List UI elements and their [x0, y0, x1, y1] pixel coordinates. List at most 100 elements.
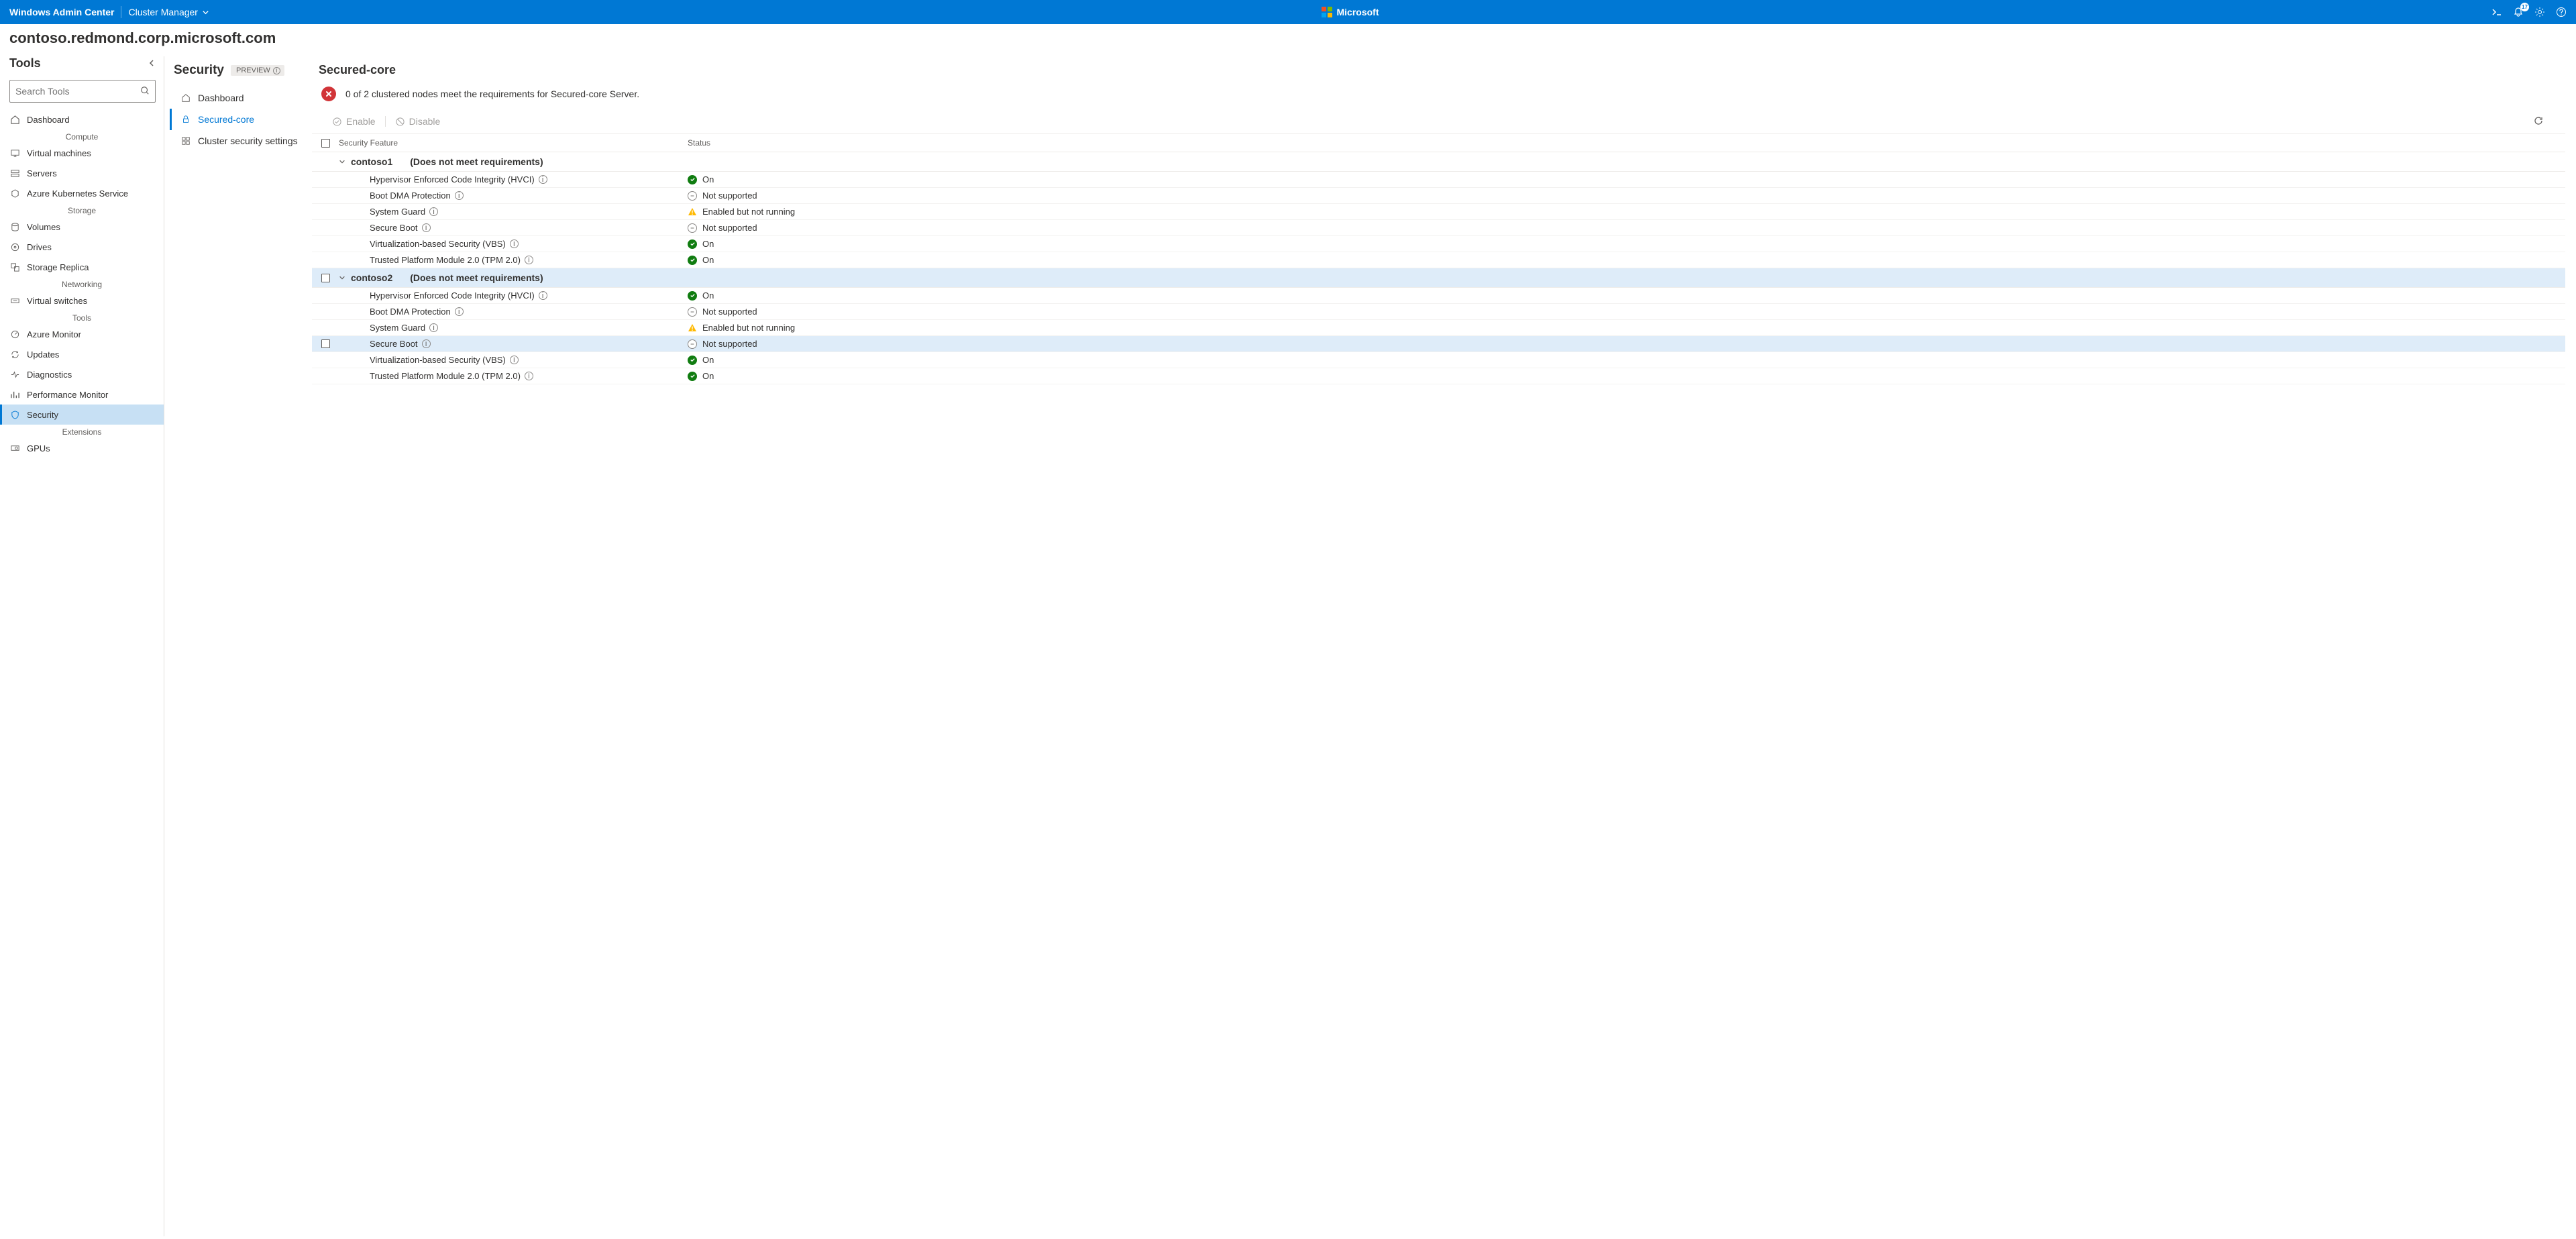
- status-label: On: [702, 290, 714, 301]
- subnav-item-dashboard[interactable]: Dashboard: [170, 87, 305, 109]
- feature-row[interactable]: Trusted Platform Module 2.0 (TPM 2.0)iOn: [312, 252, 2565, 268]
- banner-text: 0 of 2 clustered nodes meet the requirem…: [345, 89, 639, 99]
- info-icon[interactable]: i: [422, 339, 431, 348]
- app-title: Windows Admin Center: [9, 7, 114, 17]
- info-icon[interactable]: i: [429, 323, 438, 332]
- feature-row[interactable]: Trusted Platform Module 2.0 (TPM 2.0)iOn: [312, 368, 2565, 384]
- feature-row[interactable]: System GuardiEnabled but not running: [312, 204, 2565, 220]
- sidebar-item-aks[interactable]: Azure Kubernetes Service: [0, 183, 164, 203]
- collapse-sidebar-icon[interactable]: [148, 58, 156, 69]
- group-row-contoso2[interactable]: contoso2 (Does not meet requirements): [312, 268, 2565, 288]
- vswitch-icon: [9, 295, 20, 306]
- feature-row[interactable]: Boot DMA ProtectioniNot supported: [312, 304, 2565, 320]
- info-icon[interactable]: i: [429, 207, 438, 216]
- row-checkbox[interactable]: [321, 274, 330, 282]
- sidebar-item-label: Azure Monitor: [27, 329, 81, 339]
- col-header-feature[interactable]: Security Feature: [339, 138, 688, 148]
- feature-row[interactable]: Secure BootiNot supported: [312, 336, 2565, 352]
- disable-button[interactable]: Disable: [388, 113, 447, 129]
- sidebar-item-gpus[interactable]: GPUs: [0, 438, 164, 458]
- feature-row[interactable]: Boot DMA ProtectioniNot supported: [312, 188, 2565, 204]
- feature-row[interactable]: System GuardiEnabled but not running: [312, 320, 2565, 336]
- feature-row[interactable]: Hypervisor Enforced Code Integrity (HVCI…: [312, 172, 2565, 188]
- status-label: On: [702, 174, 714, 184]
- status-label: On: [702, 371, 714, 381]
- feature-label: Boot DMA Protection: [370, 307, 451, 317]
- sidebar-item-perfmon[interactable]: Performance Monitor: [0, 384, 164, 405]
- info-icon[interactable]: i: [422, 223, 431, 232]
- status-label: Not supported: [702, 191, 757, 201]
- group-name: contoso1: [351, 156, 392, 167]
- feature-row[interactable]: Virtualization-based Security (VBS)iOn: [312, 352, 2565, 368]
- on-icon: [688, 256, 697, 265]
- console-icon[interactable]: [2491, 7, 2502, 17]
- page-title: Secured-core: [312, 63, 2565, 77]
- settings-icon[interactable]: [2534, 7, 2545, 17]
- perfmon-icon: [9, 389, 20, 400]
- sidebar-item-volumes[interactable]: Volumes: [0, 217, 164, 237]
- refresh-button[interactable]: [2533, 115, 2544, 128]
- sidebar-item-servers[interactable]: Servers: [0, 163, 164, 183]
- not-supported-icon: [688, 191, 697, 201]
- status-label: Enabled but not running: [702, 207, 795, 217]
- on-icon: [688, 356, 697, 365]
- sidebar-item-label: Storage Replica: [27, 262, 89, 272]
- subnav-title-label: Security: [174, 63, 224, 78]
- info-icon[interactable]: i: [539, 175, 547, 184]
- feature-row[interactable]: Virtualization-based Security (VBS)iOn: [312, 236, 2565, 252]
- info-icon[interactable]: i: [525, 372, 533, 380]
- vm-icon: [9, 148, 20, 158]
- sidebar-item-vswitches[interactable]: Virtual switches: [0, 290, 164, 311]
- preview-label: PREVIEW: [236, 66, 270, 74]
- sidebar-item-vms[interactable]: Virtual machines: [0, 143, 164, 163]
- group-status: (Does not meet requirements): [410, 156, 543, 167]
- row-checkbox[interactable]: [321, 339, 330, 348]
- topbar: Windows Admin Center Cluster Manager Mic…: [0, 0, 2576, 24]
- microsoft-logo-icon: [1322, 7, 1332, 17]
- info-icon[interactable]: i: [510, 356, 519, 364]
- azmon-icon: [9, 329, 20, 339]
- subnav-item-label: Dashboard: [198, 93, 244, 103]
- notifications-icon[interactable]: 17: [2513, 7, 2524, 17]
- sidebar-item-dashboard[interactable]: Dashboard: [0, 109, 164, 129]
- sidebar-item-label: Diagnostics: [27, 370, 72, 380]
- info-icon[interactable]: i: [455, 191, 464, 200]
- search-input-field[interactable]: [15, 86, 140, 97]
- disable-label: Disable: [409, 116, 441, 127]
- cluster-icon: [180, 136, 191, 146]
- subnav-item-label: Secured-core: [198, 114, 254, 125]
- sidebar-item-azuremonitor[interactable]: Azure Monitor: [0, 324, 164, 344]
- error-icon: [321, 87, 336, 101]
- feature-row[interactable]: Hypervisor Enforced Code Integrity (HVCI…: [312, 288, 2565, 304]
- status-label: On: [702, 255, 714, 265]
- sidebar-item-replica[interactable]: Storage Replica: [0, 257, 164, 277]
- feature-label: System Guard: [370, 323, 425, 333]
- sidebar-item-updates[interactable]: Updates: [0, 344, 164, 364]
- info-icon[interactable]: i: [455, 307, 464, 316]
- sidebar-item-security[interactable]: Security: [0, 405, 164, 425]
- status-label: On: [702, 239, 714, 249]
- sidebar-item-drives[interactable]: Drives: [0, 237, 164, 257]
- info-icon[interactable]: i: [525, 256, 533, 264]
- info-icon[interactable]: i: [510, 239, 519, 248]
- section-extensions: Extensions: [0, 425, 164, 438]
- sidebar-item-diagnostics[interactable]: Diagnostics: [0, 364, 164, 384]
- info-icon[interactable]: i: [273, 67, 280, 74]
- chevron-down-icon[interactable]: [339, 272, 348, 283]
- enable-label: Enable: [346, 116, 376, 127]
- group-row-contoso1[interactable]: contoso1 (Does not meet requirements): [312, 152, 2565, 172]
- col-header-status[interactable]: Status: [688, 138, 2565, 148]
- help-icon[interactable]: [2556, 7, 2567, 17]
- search-tools-input[interactable]: [9, 80, 156, 103]
- sidebar-item-label: Security: [27, 410, 58, 420]
- feature-row[interactable]: Secure BootiNot supported: [312, 220, 2565, 236]
- chevron-down-icon[interactable]: [339, 156, 348, 167]
- sidebar-item-label: Virtual switches: [27, 296, 87, 306]
- subnav-item-cluster-security[interactable]: Cluster security settings: [170, 130, 305, 152]
- preview-badge: PREVIEW i: [231, 65, 284, 76]
- subnav-item-secured-core[interactable]: Secured-core: [170, 109, 305, 130]
- enable-button[interactable]: Enable: [325, 113, 382, 129]
- info-icon[interactable]: i: [539, 291, 547, 300]
- select-all-checkbox[interactable]: [321, 139, 330, 148]
- context-dropdown[interactable]: Cluster Manager: [128, 7, 209, 17]
